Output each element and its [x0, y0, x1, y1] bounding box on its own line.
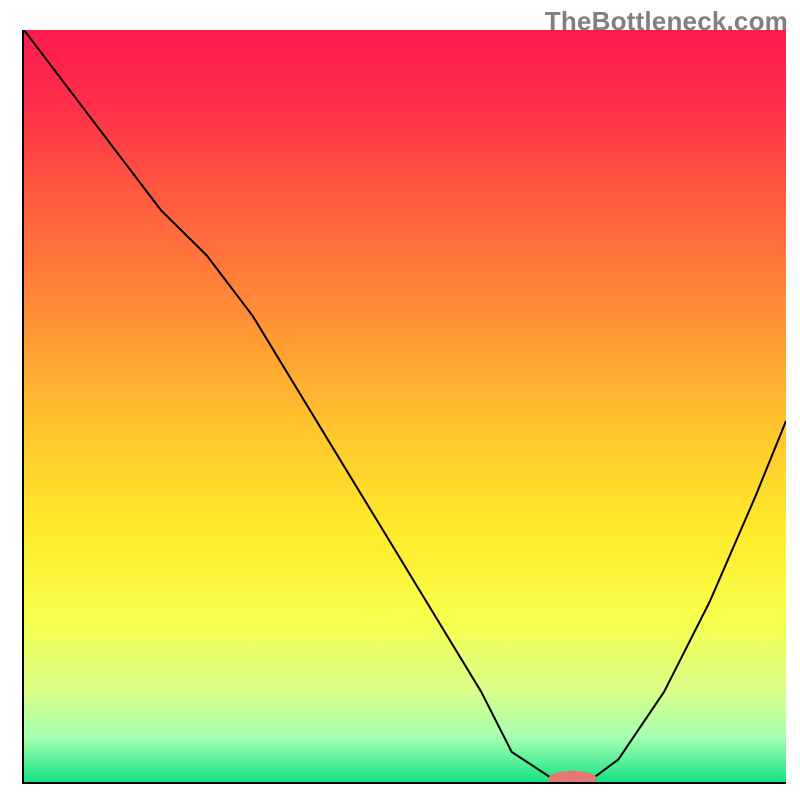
plot-svg	[24, 30, 786, 782]
heat-background	[24, 30, 786, 782]
chart-stage: TheBottleneck.com	[0, 0, 800, 800]
plot-area	[24, 30, 786, 782]
x-axis	[22, 782, 786, 784]
